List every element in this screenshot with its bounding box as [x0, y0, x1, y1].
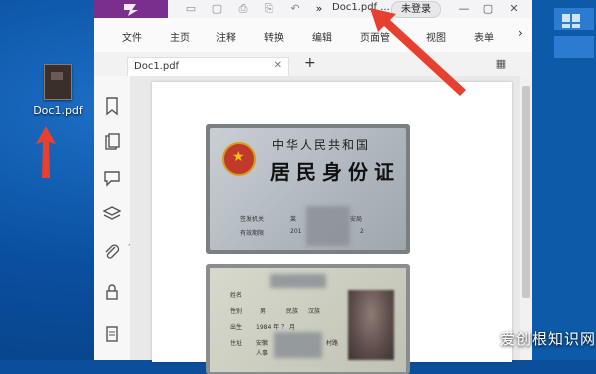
- document-icon[interactable]: [102, 324, 122, 344]
- card-main-title: 居民身份证: [270, 160, 400, 184]
- print-icon[interactable]: ⎙: [236, 2, 250, 16]
- national-emblem-icon: [222, 142, 256, 176]
- tab-doc1[interactable]: Doc1.pdf ✕: [127, 57, 289, 77]
- card-address-value-2: 人事: [256, 350, 269, 357]
- card-address-suffix: 村路: [326, 340, 339, 347]
- red-annotation-arrow-up: [36, 126, 56, 178]
- app-logo[interactable]: [94, 0, 168, 18]
- red-annotation-arrow-title: [370, 8, 466, 96]
- grid-view-icon[interactable]: ▦: [494, 57, 508, 71]
- card-address-value: 安徽: [256, 340, 269, 347]
- card-gender-value: 男: [260, 308, 267, 315]
- site-watermark: 爱创根知识网: [500, 330, 596, 348]
- blurred-portrait-photo: [348, 290, 394, 360]
- layers-icon[interactable]: [102, 204, 122, 224]
- document-canvas: 中华人民共和国 居民身份证 签发机关 莱 安局 有效期限 201 2 姓名 性别…: [130, 76, 520, 374]
- tab-label: Doc1.pdf: [134, 61, 180, 72]
- open-folder-icon[interactable]: ▭: [184, 2, 198, 16]
- new-tab-plus-icon[interactable]: +: [304, 55, 316, 71]
- card-name-label: 姓名: [230, 292, 243, 299]
- card-validity-suffix: 2: [360, 228, 364, 235]
- export-icon[interactable]: ⎘: [262, 2, 276, 16]
- bookmark-icon[interactable]: [102, 96, 122, 116]
- background-window-strip: [532, 0, 596, 360]
- tab-close-icon[interactable]: ✕: [274, 60, 282, 71]
- maximize-icon[interactable]: ▢: [480, 1, 496, 17]
- vertical-scrollbar[interactable]: [520, 76, 532, 360]
- close-icon[interactable]: ✕: [506, 1, 522, 17]
- save-icon[interactable]: ▢: [210, 2, 224, 16]
- menu-file[interactable]: 文件: [122, 29, 142, 44]
- card-gender-label: 性别: [230, 308, 243, 315]
- menu-home[interactable]: 主页: [170, 29, 190, 44]
- menu-comment[interactable]: 注释: [216, 29, 236, 44]
- menu-form[interactable]: 表单: [474, 29, 494, 44]
- desktop-file-icon[interactable]: Doc1.pdf: [30, 64, 86, 117]
- card-validity-label: 有效期限: [240, 230, 265, 237]
- card-country-title: 中华人民共和国: [272, 138, 371, 152]
- menu-convert[interactable]: 转换: [264, 29, 284, 44]
- card-birth-value: 1984 年 ？ 月: [256, 324, 295, 331]
- menu-edit[interactable]: 编辑: [312, 29, 332, 44]
- card-authority-label: 签发机关: [240, 216, 265, 223]
- pdf-thumbnail-icon: [44, 64, 72, 100]
- menu-scroll-right-icon[interactable]: ›: [518, 26, 523, 40]
- comment-icon[interactable]: [102, 168, 122, 188]
- card-authority-suffix: 安局: [350, 216, 363, 223]
- lock-icon[interactable]: [102, 282, 122, 302]
- privacy-blur-name: [270, 274, 326, 288]
- card-address-label: 住址: [230, 340, 243, 347]
- privacy-blur: [306, 206, 350, 246]
- undo-icon[interactable]: ↶: [288, 2, 302, 16]
- more-icon[interactable]: »: [312, 2, 326, 16]
- card-authority-fragment: 莱: [290, 216, 297, 223]
- left-sidebar: [94, 76, 131, 360]
- pdf-page: 中华人民共和国 居民身份证 签发机关 莱 安局 有效期限 201 2 姓名 性别…: [152, 82, 512, 374]
- privacy-blur-address: [274, 332, 322, 358]
- id-card-back-image: 姓名 性别 男 民族 汉族 出生 1984 年 ？ 月 住址 安徽 人事 村路: [206, 264, 410, 374]
- id-card-front-image: 中华人民共和国 居民身份证 签发机关 莱 安局 有效期限 201 2: [206, 124, 410, 254]
- card-ethnicity-label: 民族: [286, 308, 299, 315]
- card-birth-label: 出生: [230, 324, 243, 331]
- scrollbar-thumb[interactable]: [522, 86, 530, 298]
- attachment-icon[interactable]: [102, 242, 122, 262]
- card-ethnicity-value: 汉族: [308, 308, 321, 315]
- desktop-file-label: Doc1.pdf: [33, 104, 83, 117]
- card-validity-fragment: 201: [290, 228, 302, 235]
- pages-icon[interactable]: [102, 132, 122, 152]
